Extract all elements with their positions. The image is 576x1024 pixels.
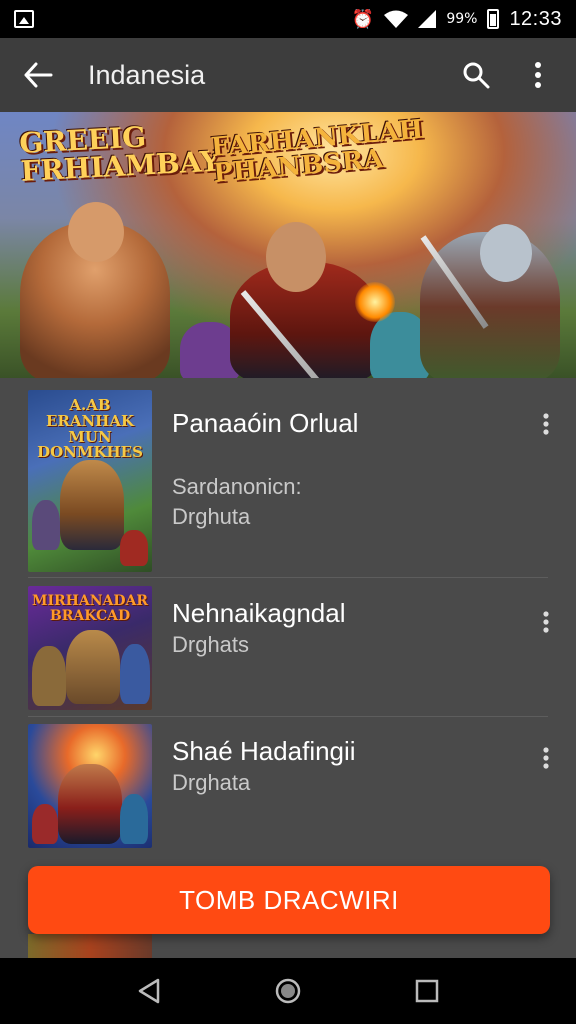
app-bar: Indanesia	[0, 38, 576, 112]
thumbnail-title: MIRHANADAR BRAKCAD	[31, 593, 149, 624]
thumbnail-character	[58, 764, 122, 844]
alarm-icon: ⏰	[351, 9, 375, 29]
list-item-thumbnail	[28, 934, 152, 958]
photo-icon	[14, 10, 34, 28]
list-item-title: Panaaóin Orlual	[172, 408, 359, 438]
list-item-subtitle: Drghats	[172, 632, 250, 657]
wifi-icon	[384, 10, 409, 28]
thumbnail-character	[60, 460, 124, 550]
thumbnail-title: A.AB ERANHAK MUN DONMKHES	[37, 396, 143, 462]
hero-character-warrior-head	[266, 222, 326, 292]
clock: 12:33	[509, 7, 562, 30]
list-item-subtitle: Drghuta	[172, 504, 251, 529]
list-item-thumbnail: A.AB ERANHAK MUN DONMKHES	[28, 390, 152, 572]
list-item-thumbnail: MIRHANADAR BRAKCAD	[28, 586, 152, 710]
status-bar: ⏰ 99% 12:33	[0, 0, 576, 38]
more-vert-icon[interactable]	[532, 738, 560, 778]
more-vert-icon[interactable]	[532, 404, 560, 444]
thumbnail-character	[32, 804, 58, 844]
list-item[interactable]: MIRHANADAR BRAKCAD Nehnaikagndal Drghats	[0, 578, 576, 716]
page-title: Indanesia	[88, 59, 206, 90]
hero-banner[interactable]: GREEIG FRHIAMBAY FARHANKLAH PHANBSRA	[0, 112, 576, 378]
thumbnail-character	[120, 644, 150, 704]
hero-character-boy-head	[68, 202, 124, 262]
more-vert-icon[interactable]	[516, 53, 560, 97]
hero-character-knight-head	[480, 224, 532, 282]
list-item-title: Shaé Hadafingii	[172, 736, 356, 766]
home-circle-icon[interactable]	[266, 969, 310, 1013]
hero-title-left: GREEIG FRHIAMBAY	[18, 120, 221, 188]
thumbnail-character	[66, 630, 120, 704]
signal-icon	[418, 10, 437, 28]
navigation-bar	[0, 958, 576, 1024]
back-arrow-icon[interactable]	[16, 53, 60, 97]
battery-percent: 99%	[446, 11, 478, 27]
thumbnail-character	[120, 794, 148, 844]
list-item[interactable]: Shaé Hadafingii Drghata	[0, 716, 576, 856]
thumbnail-character	[120, 530, 148, 566]
thumbnail-character	[32, 500, 60, 550]
hero-title-right: FARHANKLAH PHANBSRA	[209, 114, 425, 189]
list-item-subtitle: Sardanonicn:	[172, 474, 302, 499]
primary-action-button[interactable]: TOMB DRACWIRI	[28, 866, 550, 934]
search-icon[interactable]	[454, 53, 498, 97]
list-item-thumbnail	[28, 724, 152, 848]
list-item-title: Nehnaikagndal	[172, 598, 346, 628]
more-vert-icon[interactable]	[532, 602, 560, 642]
back-triangle-icon[interactable]	[127, 969, 171, 1013]
thumbnail-character	[32, 646, 66, 706]
battery-icon	[487, 9, 500, 29]
fire-effect-icon	[355, 282, 395, 322]
recents-square-icon[interactable]	[405, 969, 449, 1013]
list-item[interactable]: A.AB ERANHAK MUN DONMKHES Panaaóin Orlua…	[0, 378, 576, 578]
list-item-subtitle: Drghata	[172, 770, 251, 795]
